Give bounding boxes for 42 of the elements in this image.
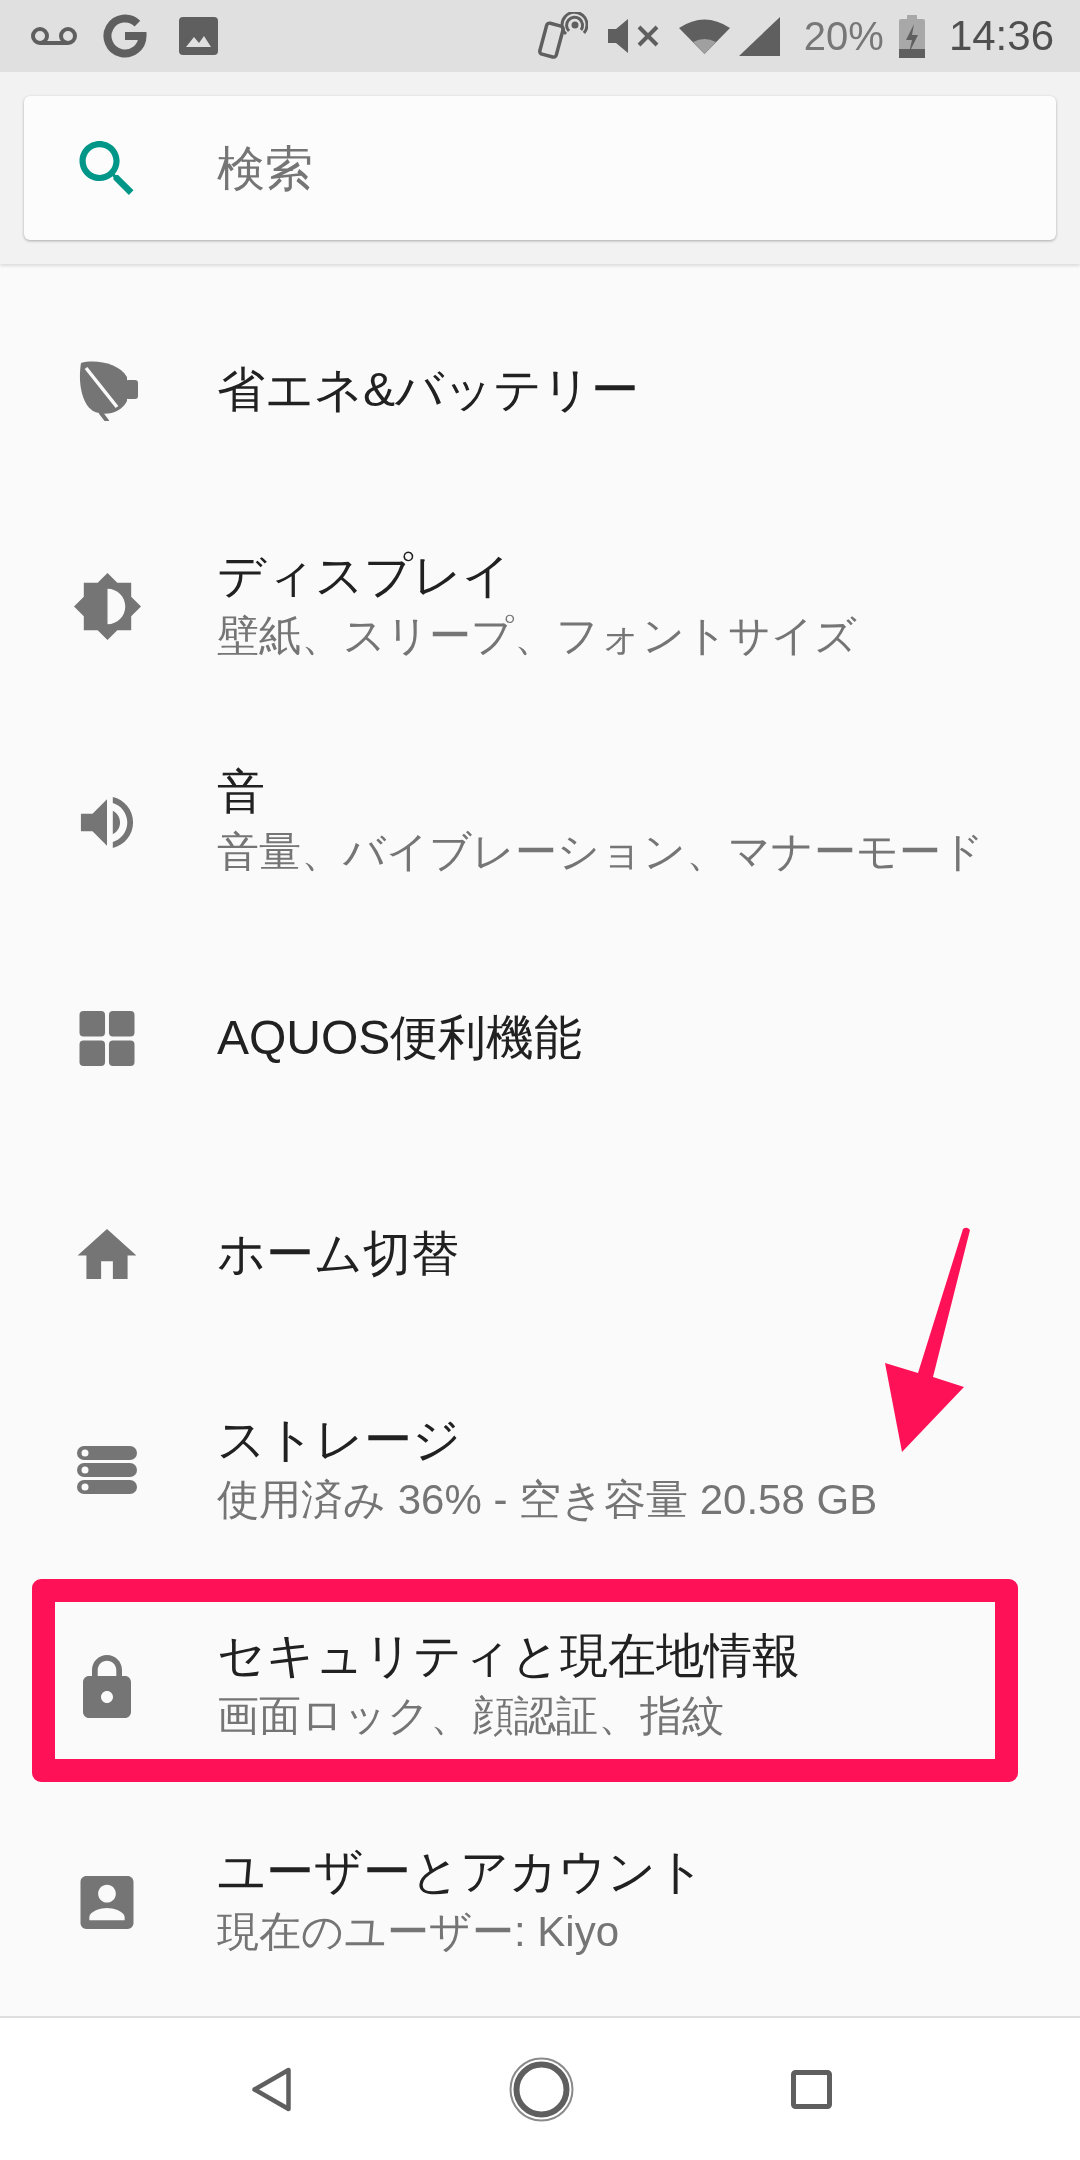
item-title: ユーザーとアカウント [217,1844,705,1900]
settings-item[interactable]: 省エネ&バッテリー [0,282,1080,498]
account-icon [80,1875,134,1929]
home-circle-icon [508,2056,574,2122]
battery-percent: 20% [803,13,884,59]
item-summary: 音量、バイブレーション、マナーモード [217,827,984,877]
settings-item[interactable]: ディスプレイ 壁紙、スリープ、フォントサイズ [0,498,1080,714]
signal-icon [738,16,780,56]
speaker-icon [79,796,135,848]
item-title: 音 [217,764,266,820]
settings-item[interactable]: 音 音量、バイブレーション、マナーモード [0,714,1080,930]
item-title: AQUOS便利機能 [217,1010,583,1066]
settings-item[interactable]: ユーザーとアカウント 現在のユーザー: Kiyo [0,1794,1080,2010]
back-icon [250,2066,292,2112]
settings-item[interactable]: ストレージ 使用済み 36% - 空き容量 20.58 GB [0,1362,1080,1578]
brightness-icon [73,572,141,640]
settings-item[interactable]: ホーム切替 [0,1146,1080,1362]
search-icon [79,141,134,195]
image-icon [179,17,218,55]
item-title: 省エネ&バッテリー [217,362,639,418]
wifi-icon [678,18,730,54]
lock-icon [83,1654,131,1718]
phone-waves-icon [537,12,588,60]
g-icon [103,14,147,58]
item-title: セキュリティと現在地情報 [217,1628,800,1684]
search-field[interactable]: 検索 [24,96,1056,240]
item-title: ディスプレイ [217,548,512,604]
item-title: ストレージ [217,1412,462,1468]
item-summary: 使用済み 36% - 空き容量 20.58 GB [217,1475,878,1525]
voicemail-icon [31,25,77,47]
item-summary: 現在のユーザー: Kiyo [217,1907,621,1957]
square-icon [790,2069,832,2109]
item-title: ホーム切替 [217,1226,459,1282]
item-summary: 壁紙、スリープ、フォントサイズ [217,611,857,661]
storage-icon [77,1446,137,1494]
clock: 14:36 [948,13,1054,59]
grid-icon [79,1010,135,1066]
item-summary: 画面ロック、顔認証、指紋 [217,1691,725,1741]
home-icon [77,1229,137,1279]
settings-item[interactable]: AQUOS便利機能 [0,930,1080,1146]
battery-icon [898,14,925,58]
settings-item[interactable]: セキュリティと現在地情報 画面ロック、顔認証、指紋 [0,1578,1080,1794]
